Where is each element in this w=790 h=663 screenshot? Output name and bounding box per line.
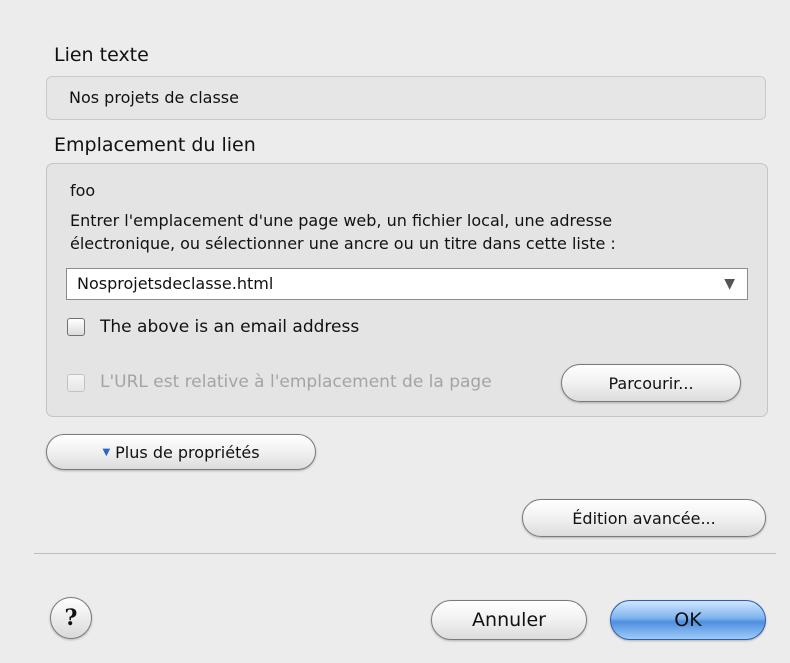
advanced-edit-button-label: Édition avancée... — [572, 508, 716, 528]
link-location-section-label: Emplacement du lien — [54, 134, 256, 156]
cancel-button[interactable]: Annuler — [431, 600, 587, 640]
ok-button-label: OK — [674, 609, 702, 631]
instructions-line-2: électronique, ou sélectionner une ancre … — [70, 234, 616, 253]
email-address-checkbox[interactable] — [67, 318, 85, 336]
more-properties-button[interactable]: ▼ Plus de propriétés — [46, 434, 316, 470]
browse-button-label: Parcourir... — [608, 373, 694, 393]
footer-separator — [34, 553, 776, 554]
relative-url-checkbox-label: L'URL est relative à l'emplacement de la… — [100, 372, 492, 392]
browse-button[interactable]: Parcourir... — [561, 364, 741, 402]
help-button[interactable]: ? — [50, 597, 92, 639]
relative-url-checkbox — [67, 374, 85, 392]
current-location-text: foo — [70, 181, 96, 200]
more-properties-button-label: Plus de propriétés — [115, 442, 260, 462]
email-address-checkbox-label[interactable]: The above is an email address — [100, 317, 359, 337]
link-text-field[interactable]: Nos projets de classe — [46, 76, 766, 120]
instructions-line-1: Entrer l'emplacement d'une page web, un … — [70, 211, 613, 230]
link-text-section-label: Lien texte — [54, 44, 149, 66]
ok-button[interactable]: OK — [610, 600, 766, 640]
cancel-button-label: Annuler — [472, 609, 546, 631]
advanced-edit-button[interactable]: Édition avancée... — [522, 499, 766, 537]
chevron-down-icon[interactable]: ▼ — [724, 269, 735, 299]
location-combobox-value: Nosprojetsdeclasse.html — [77, 274, 274, 293]
location-combobox[interactable]: Nosprojetsdeclasse.html ▼ — [66, 268, 748, 300]
disclosure-triangle-icon: ▼ — [102, 446, 111, 458]
